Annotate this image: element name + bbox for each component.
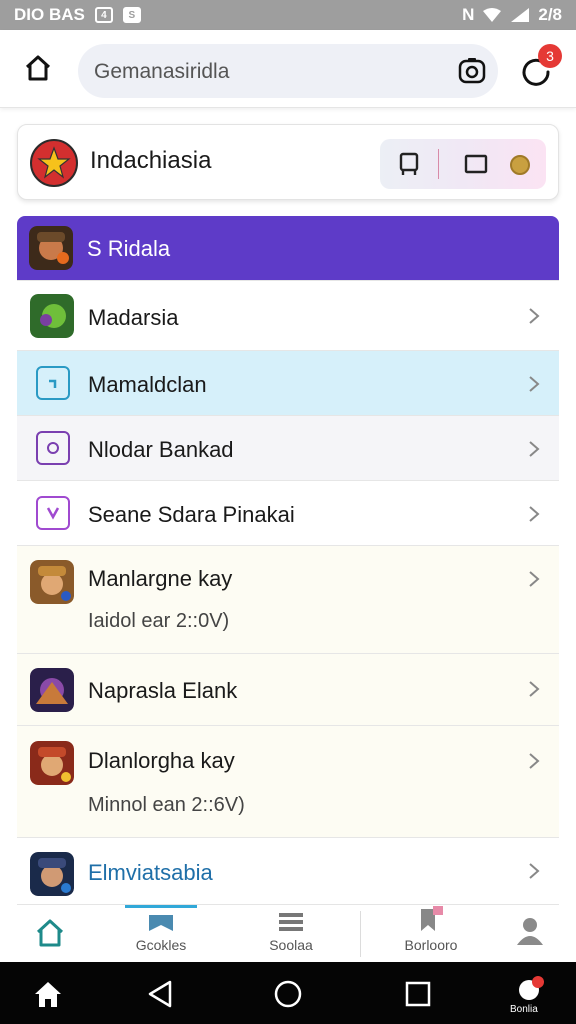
list-item-label: Manlargne kay xyxy=(88,566,233,591)
nav-assistant-button[interactable]: Bonlia xyxy=(510,974,550,1018)
chevron-right-icon xyxy=(529,863,540,879)
status-bar-text: DIO BAS xyxy=(14,5,85,24)
wifi-icon xyxy=(483,8,502,22)
signal-icon xyxy=(511,8,530,22)
star-logo-icon xyxy=(30,139,78,187)
list-item-label: Dlanlorgha kay xyxy=(88,748,235,773)
tab-label: Borlooro xyxy=(404,937,458,953)
list-item-label: Nlodar Bankad xyxy=(88,437,234,462)
home-button[interactable] xyxy=(20,50,56,86)
storage-icon: S xyxy=(122,7,141,23)
game-thumbnail-icon xyxy=(30,294,74,338)
status-bar: DIO BAS 4 S N 2/8 xyxy=(0,0,576,30)
nav-home-circle-icon[interactable] xyxy=(272,978,304,1010)
header-card: Indachiasia xyxy=(17,124,559,200)
chevron-right-icon xyxy=(529,753,540,769)
game-avatar-icon xyxy=(29,226,73,270)
status-time: 2/8 xyxy=(538,5,562,24)
chevron-right-icon xyxy=(529,308,540,324)
notification-badge: 3 xyxy=(538,44,562,68)
list-item-label: Mamaldclan xyxy=(88,372,207,397)
tab-label: Soolaa xyxy=(269,937,313,953)
card-title: Indachiasia xyxy=(90,147,212,174)
chevron-right-icon xyxy=(529,571,540,587)
game-avatar-icon xyxy=(30,741,74,785)
tab-social[interactable]: Soolaa xyxy=(243,905,339,963)
search-bar[interactable]: Gemanasiridla xyxy=(78,44,498,98)
list-item[interactable]: Naprasla Elank xyxy=(17,653,559,725)
sim-icon: 4 xyxy=(94,7,113,23)
list-item-selected[interactable]: Mamaldclan xyxy=(17,350,559,415)
list-icon xyxy=(279,913,303,931)
list-item-subtitle: Iaidol ear 2::0V) xyxy=(88,610,230,632)
list-item-label: S Ridala xyxy=(87,236,171,261)
tab-games[interactable]: Gcokles xyxy=(113,905,209,963)
chevron-right-icon xyxy=(529,441,540,457)
tab-label: Gcokles xyxy=(135,937,187,953)
nav-label: Bonlia xyxy=(510,1004,538,1015)
nav-home-icon[interactable] xyxy=(32,978,64,1010)
divider xyxy=(438,149,439,179)
nav-recents-icon[interactable] xyxy=(402,978,434,1010)
list-item-label: Madarsia xyxy=(88,305,179,330)
nav-back-icon[interactable] xyxy=(144,978,176,1010)
list-item-label: Elmviatsabia xyxy=(88,860,213,885)
list-item-highlight[interactable]: S Ridala xyxy=(17,216,559,280)
app-icon xyxy=(36,366,70,400)
bookmark-icon xyxy=(421,906,443,931)
bottom-tab-bar: Gcokles Soolaa Borlooro xyxy=(17,904,559,962)
game-avatar-icon xyxy=(30,852,74,896)
games-icon xyxy=(149,915,173,931)
search-input[interactable]: Gemanasiridla xyxy=(94,60,229,84)
list-item-label: Seane Sdara Pinakai xyxy=(88,502,295,527)
list-item-subtitle: Minnol ean 2::6V) xyxy=(88,794,245,816)
card-actions xyxy=(380,139,546,189)
app-bar: Gemanasiridla xyxy=(0,30,576,108)
star-icon xyxy=(37,146,71,179)
tab-library[interactable]: Borlooro xyxy=(381,905,481,963)
list-item[interactable]: Madarsia xyxy=(17,280,559,350)
system-nav-bar: Bonlia xyxy=(0,962,576,1024)
record-icon xyxy=(36,431,70,465)
profile-icon xyxy=(517,918,543,945)
window-icon[interactable] xyxy=(463,151,489,177)
bus-icon[interactable] xyxy=(396,151,422,177)
list-item-label: Naprasla Elank xyxy=(88,678,238,703)
game-avatar-icon xyxy=(30,560,74,604)
camera-icon[interactable] xyxy=(456,55,488,87)
chevron-right-icon xyxy=(529,506,540,522)
chevron-right-icon xyxy=(529,681,540,697)
tab-home[interactable] xyxy=(17,905,83,963)
calendar-icon xyxy=(36,496,70,530)
nfc-icon: N xyxy=(462,5,475,24)
list-item[interactable]: Dlanlorgha kay Minnol ean 2::6V) xyxy=(17,725,559,837)
nav-badge xyxy=(532,976,544,988)
home-icon xyxy=(36,919,64,947)
coin-icon[interactable] xyxy=(510,155,530,175)
list-item[interactable]: Elmviatsabia xyxy=(17,837,559,904)
chevron-right-icon xyxy=(529,376,540,392)
game-thumbnail-icon xyxy=(30,668,74,712)
tab-profile[interactable] xyxy=(505,905,555,963)
list-item[interactable]: Nlodar Bankad xyxy=(17,415,559,480)
list-item[interactable]: Seane Sdara Pinakai xyxy=(17,480,559,545)
tab-divider xyxy=(360,911,361,957)
list-item[interactable]: Manlargne kay Iaidol ear 2::0V) xyxy=(17,545,559,653)
home-icon xyxy=(25,55,51,81)
